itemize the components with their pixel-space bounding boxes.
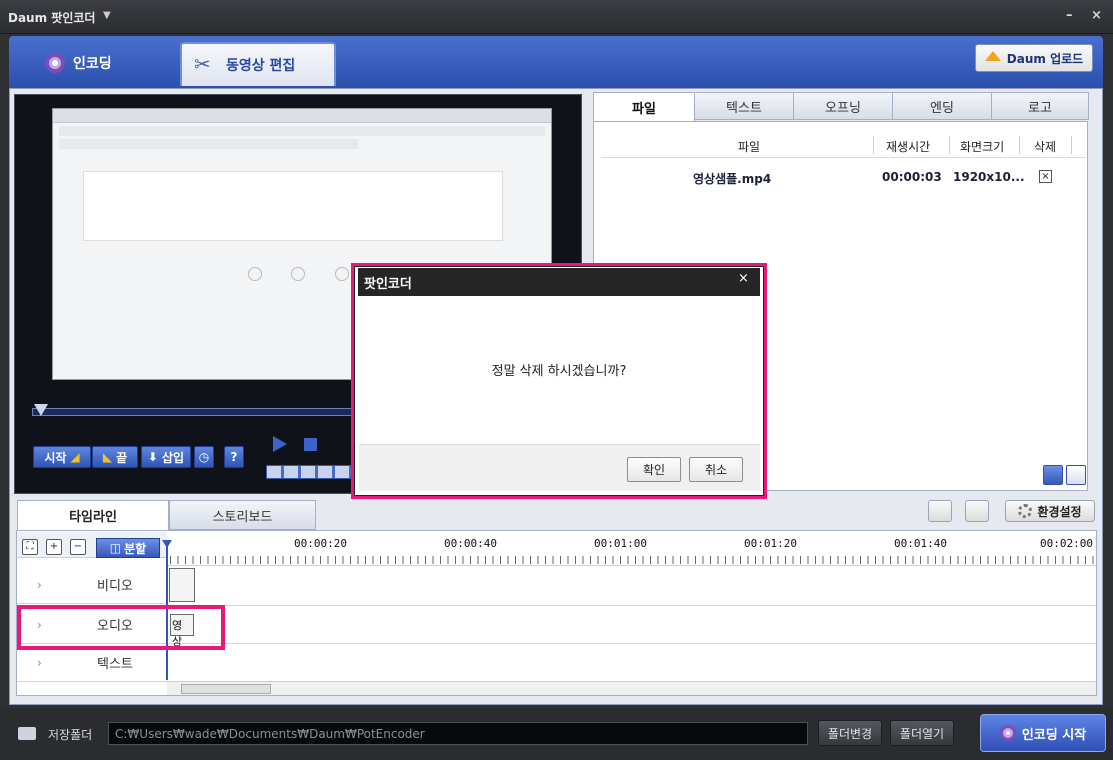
grid-view-icon[interactable] xyxy=(1043,465,1063,485)
settings-button[interactable]: 환경설정 xyxy=(1005,500,1095,522)
main-tab-strip xyxy=(9,36,1103,88)
tab-encoding-label: 인코딩 xyxy=(73,56,112,72)
split-label: 분할 xyxy=(124,541,147,556)
insert-arrow-icon: ⬇ xyxy=(147,450,158,464)
app-title[interactable]: Daum 팟인코더 xyxy=(8,9,95,26)
video-clip[interactable] xyxy=(169,568,195,602)
tab-logo[interactable]: 로고 xyxy=(991,92,1089,120)
dialog-title: 팟인코더 xyxy=(358,268,760,296)
tab-file[interactable]: 파일 xyxy=(593,92,695,122)
set-end-label: 끝 xyxy=(116,450,128,465)
end-marker-icon: ◣ xyxy=(102,450,113,464)
start-encoding-button[interactable]: 인코딩 시작 xyxy=(980,714,1106,752)
change-folder-button[interactable]: 폴더변경 xyxy=(818,720,882,746)
film-reel-icon xyxy=(999,725,1016,741)
clock-button[interactable]: ◷ xyxy=(194,446,214,468)
set-end-button[interactable]: ◣ 끝 xyxy=(92,446,138,468)
col-delete[interactable]: 삭제 xyxy=(1034,138,1056,155)
zoom-out-icon[interactable]: − xyxy=(70,539,86,555)
tab-timeline[interactable]: 타임라인 xyxy=(17,500,169,530)
tab-encoding[interactable]: 인코딩 xyxy=(31,43,151,83)
scrollbar-thumb[interactable] xyxy=(181,684,271,694)
zoom-in-icon[interactable]: + xyxy=(46,539,62,555)
track-video[interactable]: › 비디오 xyxy=(17,566,167,604)
split-button[interactable]: ◫ 분할 xyxy=(96,538,160,558)
col-size[interactable]: 화면크기 xyxy=(960,138,1004,155)
save-icon[interactable] xyxy=(965,500,989,522)
set-start-button[interactable]: 시작 ◢ xyxy=(33,446,91,468)
film-reel-icon xyxy=(45,53,65,73)
timeline-scrollbar[interactable] xyxy=(167,681,1096,695)
expand-chevron-icon[interactable]: › xyxy=(37,656,42,670)
audio-track-highlight xyxy=(17,605,225,650)
tab-video-edit[interactable]: 동영상 편집 xyxy=(180,42,336,86)
start-encoding-label: 인코딩 시작 xyxy=(1021,727,1087,743)
ruler-label: 00:00:40 xyxy=(444,537,497,550)
file-duration-cell: 00:00:03 xyxy=(882,170,942,184)
daum-upload-label: Daum 업로드 xyxy=(1006,51,1084,66)
dialog-message: 정말 삭제 하시겠습니까? xyxy=(491,364,627,379)
set-start-label: 시작 xyxy=(44,450,67,465)
start-marker-icon: ◢ xyxy=(70,450,80,464)
fit-icon[interactable]: ⛶ xyxy=(22,539,38,555)
insert-button[interactable]: ⬇ 삽입 xyxy=(141,446,191,468)
save-folder-label: 저장폴더 xyxy=(48,728,93,742)
close-window-button[interactable]: × xyxy=(1091,8,1102,23)
ruler-label: 00:00:20 xyxy=(294,537,347,550)
track-video-label: 비디오 xyxy=(97,579,133,594)
daum-upload-button[interactable]: Daum 업로드 xyxy=(975,44,1093,72)
insert-label: 삽입 xyxy=(161,450,185,465)
tab-video-edit-label: 동영상 편집 xyxy=(226,58,296,74)
gear-icon xyxy=(1018,504,1033,518)
title-menu-chevron-icon[interactable]: ▼ xyxy=(103,10,111,21)
open-folder-icon[interactable] xyxy=(928,500,952,522)
tab-opening[interactable]: 오프닝 xyxy=(793,92,893,120)
ruler-ticks xyxy=(170,556,1095,564)
tab-storyboard[interactable]: 스토리보드 xyxy=(169,500,316,530)
dialog-close-icon[interactable]: × xyxy=(738,271,749,286)
tab-ending[interactable]: 엔딩 xyxy=(892,92,992,120)
play-icon[interactable] xyxy=(273,436,287,452)
list-view-icon[interactable] xyxy=(1066,465,1086,485)
ruler-label: 00:01:00 xyxy=(594,537,647,550)
help-button[interactable]: ? xyxy=(224,446,244,468)
clock-icon: ◷ xyxy=(198,450,210,464)
file-table-header: 파일 재생시간 화면크기 삭제 xyxy=(601,132,1086,158)
track-text-label: 텍스트 xyxy=(97,657,133,672)
ruler-label: 00:01:40 xyxy=(894,537,947,550)
split-icon: ◫ xyxy=(109,541,122,555)
settings-label: 환경설정 xyxy=(1037,504,1082,519)
folder-icon xyxy=(18,727,36,740)
scissors-icon xyxy=(194,52,220,76)
upload-arrow-icon xyxy=(984,51,1001,61)
expand-chevron-icon[interactable]: › xyxy=(37,578,42,592)
app-window: Daum 팟인코더 ▼ – × 인코딩 동영상 편집 Daum 업로드 시작 ◢… xyxy=(0,0,1113,760)
title-bar: Daum 팟인코더 ▼ – × xyxy=(0,0,1113,34)
stop-icon[interactable] xyxy=(304,438,317,451)
file-name-cell[interactable]: 영상샘플.mp4 xyxy=(693,170,771,187)
volume-strip[interactable] xyxy=(266,465,356,479)
confirm-button[interactable]: 확인 xyxy=(627,457,681,482)
cancel-button[interactable]: 취소 xyxy=(689,457,743,482)
save-folder-path[interactable]: C:₩Users₩wade₩Documents₩Daum₩PotEncoder xyxy=(108,722,808,745)
delete-file-checkbox[interactable]: × xyxy=(1039,170,1052,183)
ruler-label: 00:02:00 xyxy=(1040,537,1093,550)
col-file[interactable]: 파일 xyxy=(738,138,760,155)
open-folder-button[interactable]: 폴더열기 xyxy=(890,720,954,746)
tab-text[interactable]: 텍스트 xyxy=(694,92,794,120)
ruler-label: 00:01:20 xyxy=(744,537,797,550)
help-label: ? xyxy=(230,450,238,464)
col-duration[interactable]: 재생시간 xyxy=(886,138,930,155)
minimize-button[interactable]: – xyxy=(1066,8,1073,23)
file-size-cell: 1920x10... xyxy=(953,170,1025,184)
